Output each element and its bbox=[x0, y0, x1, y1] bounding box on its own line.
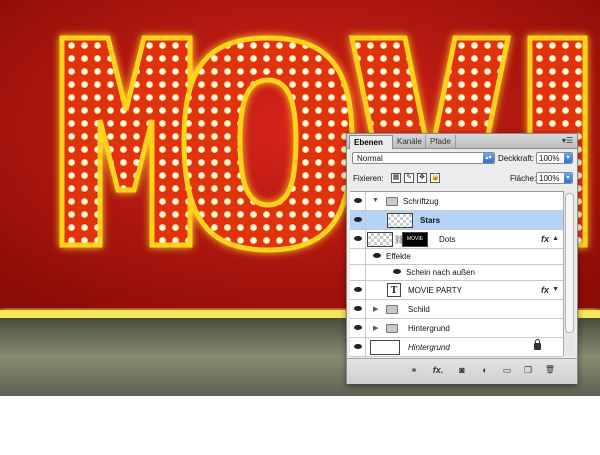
visibility-eye-icon[interactable] bbox=[351, 319, 366, 337]
layer-name: Schriftzug bbox=[403, 197, 439, 206]
expand-triangle-open-icon[interactable]: ▼ bbox=[372, 197, 379, 204]
blend-mode-value: Normal bbox=[357, 154, 383, 163]
fx-icon[interactable]: fx bbox=[541, 234, 549, 244]
layer-row-stars[interactable]: Stars bbox=[350, 211, 563, 230]
visibility-eye-icon[interactable] bbox=[351, 281, 366, 299]
opacity-dropdown-icon[interactable]: ▾ bbox=[564, 153, 572, 163]
effect-visibility-eye-icon[interactable] bbox=[393, 269, 401, 274]
scrollbar-thumb[interactable] bbox=[565, 193, 574, 333]
panel-bottom-toolbar: ⚭ fx. ◙ ◐ ▭ ❐ 🗑 bbox=[347, 358, 577, 384]
layer-mask-thumbnail[interactable]: MOVIE bbox=[402, 232, 428, 247]
fill-label: Fläche: bbox=[510, 174, 537, 183]
layer-row-schriftzug[interactable]: ▼ Schriftzug bbox=[350, 192, 563, 211]
adjustment-icon[interactable]: ◐ bbox=[478, 365, 492, 375]
expand-triangle-closed-icon[interactable]: ▶ bbox=[373, 324, 378, 332]
fill-field[interactable]: 100% ▾ bbox=[536, 172, 573, 184]
folder-icon bbox=[386, 324, 398, 333]
tab-kanaele[interactable]: Kanäle bbox=[393, 135, 426, 148]
effects-label: Effekte bbox=[386, 252, 411, 261]
layer-name: Stars bbox=[420, 216, 441, 225]
visibility-eye-icon[interactable] bbox=[351, 338, 366, 356]
effects-eye-cell bbox=[351, 249, 366, 264]
layer-row-movie-party[interactable]: T MOVIE PARTY fx ▼ bbox=[350, 281, 563, 300]
opacity-value: 100% bbox=[539, 154, 560, 163]
folder-icon bbox=[386, 197, 398, 206]
layers-panel: Ebenen Kanäle Pfade ▾☰ Normal ▴▾ Deckkra… bbox=[346, 133, 578, 384]
lock-position-icon[interactable]: ✥ bbox=[417, 173, 427, 183]
fx-icon[interactable]: fx. bbox=[431, 365, 445, 375]
layer-row-hintergrund-group[interactable]: ▶ Hintergrund bbox=[350, 319, 563, 338]
folder-icon bbox=[386, 305, 398, 314]
effects-toggle-down-icon[interactable]: ▼ bbox=[552, 286, 559, 293]
visibility-eye-icon[interactable] bbox=[351, 300, 366, 318]
group-icon[interactable]: ▭ bbox=[500, 365, 514, 376]
layer-thumbnail bbox=[367, 232, 393, 247]
opacity-label: Deckkraft: bbox=[498, 154, 535, 163]
fill-dropdown-icon[interactable]: ▾ bbox=[564, 173, 572, 183]
link-icon[interactable]: ⚭ bbox=[407, 365, 421, 376]
lock-transparency-icon[interactable]: ▦ bbox=[391, 173, 401, 183]
panel-menu-icon[interactable]: ▾☰ bbox=[562, 136, 573, 145]
opacity-field[interactable]: 100% ▾ bbox=[536, 152, 573, 164]
layer-row-schild[interactable]: ▶ Schild bbox=[350, 300, 563, 319]
text-layer-icon: T bbox=[387, 283, 401, 297]
layer-name: MOVIE PARTY bbox=[408, 286, 462, 295]
fx-icon[interactable]: fx bbox=[541, 285, 549, 295]
visibility-eye-icon[interactable] bbox=[351, 230, 366, 248]
tab-ebenen[interactable]: Ebenen bbox=[349, 135, 393, 149]
visibility-eye-icon[interactable] bbox=[351, 192, 366, 210]
new-layer-icon[interactable]: ❐ bbox=[521, 365, 535, 376]
delete-icon[interactable]: 🗑 bbox=[543, 365, 557, 374]
effects-visibility-eye-icon[interactable] bbox=[373, 253, 381, 258]
blend-mode-select[interactable]: Normal ▴▾ bbox=[352, 152, 495, 164]
lock-all-icon[interactable]: 🔒 bbox=[430, 173, 440, 183]
effects-header-row[interactable]: Effekte bbox=[350, 249, 563, 265]
layer-row-dots[interactable]: ⛓ MOVIE Dots fx ▲ bbox=[350, 230, 563, 249]
mask-icon[interactable]: ◙ bbox=[455, 365, 469, 375]
layer-name: Hintergrund bbox=[408, 324, 450, 333]
effect-eye-cell bbox=[351, 265, 366, 280]
effect-name: Schein nach außen bbox=[406, 268, 475, 277]
tab-pfade[interactable]: Pfade bbox=[426, 135, 456, 148]
layer-name: Hintergrund bbox=[408, 343, 450, 352]
layer-row-background[interactable]: Hintergrund bbox=[350, 338, 563, 357]
layer-thumbnail bbox=[387, 213, 413, 228]
visibility-eye-icon[interactable] bbox=[351, 211, 366, 229]
lock-label: Fixieren: bbox=[353, 174, 384, 183]
effect-row-outer-glow[interactable]: Schein nach außen bbox=[350, 265, 563, 281]
effects-toggle-up-icon[interactable]: ▲ bbox=[552, 235, 559, 242]
expand-triangle-closed-icon[interactable]: ▶ bbox=[373, 305, 378, 313]
layer-name: Dots bbox=[439, 235, 456, 244]
layer-name: Schild bbox=[408, 305, 430, 314]
layer-list: ▼ Schriftzug Stars ⛓ MOVIE Dots fx ▲ Eff… bbox=[350, 191, 563, 357]
lock-brush-icon[interactable]: ✎ bbox=[404, 173, 414, 183]
lock-icon bbox=[534, 339, 541, 350]
fill-value: 100% bbox=[539, 174, 560, 183]
layer-thumbnail bbox=[370, 340, 400, 355]
blend-mode-stepper-icon[interactable]: ▴▾ bbox=[483, 153, 494, 163]
panel-tab-bar: Ebenen Kanäle Pfade ▾☰ bbox=[347, 134, 577, 149]
layer-list-scrollbar[interactable] bbox=[563, 191, 575, 356]
